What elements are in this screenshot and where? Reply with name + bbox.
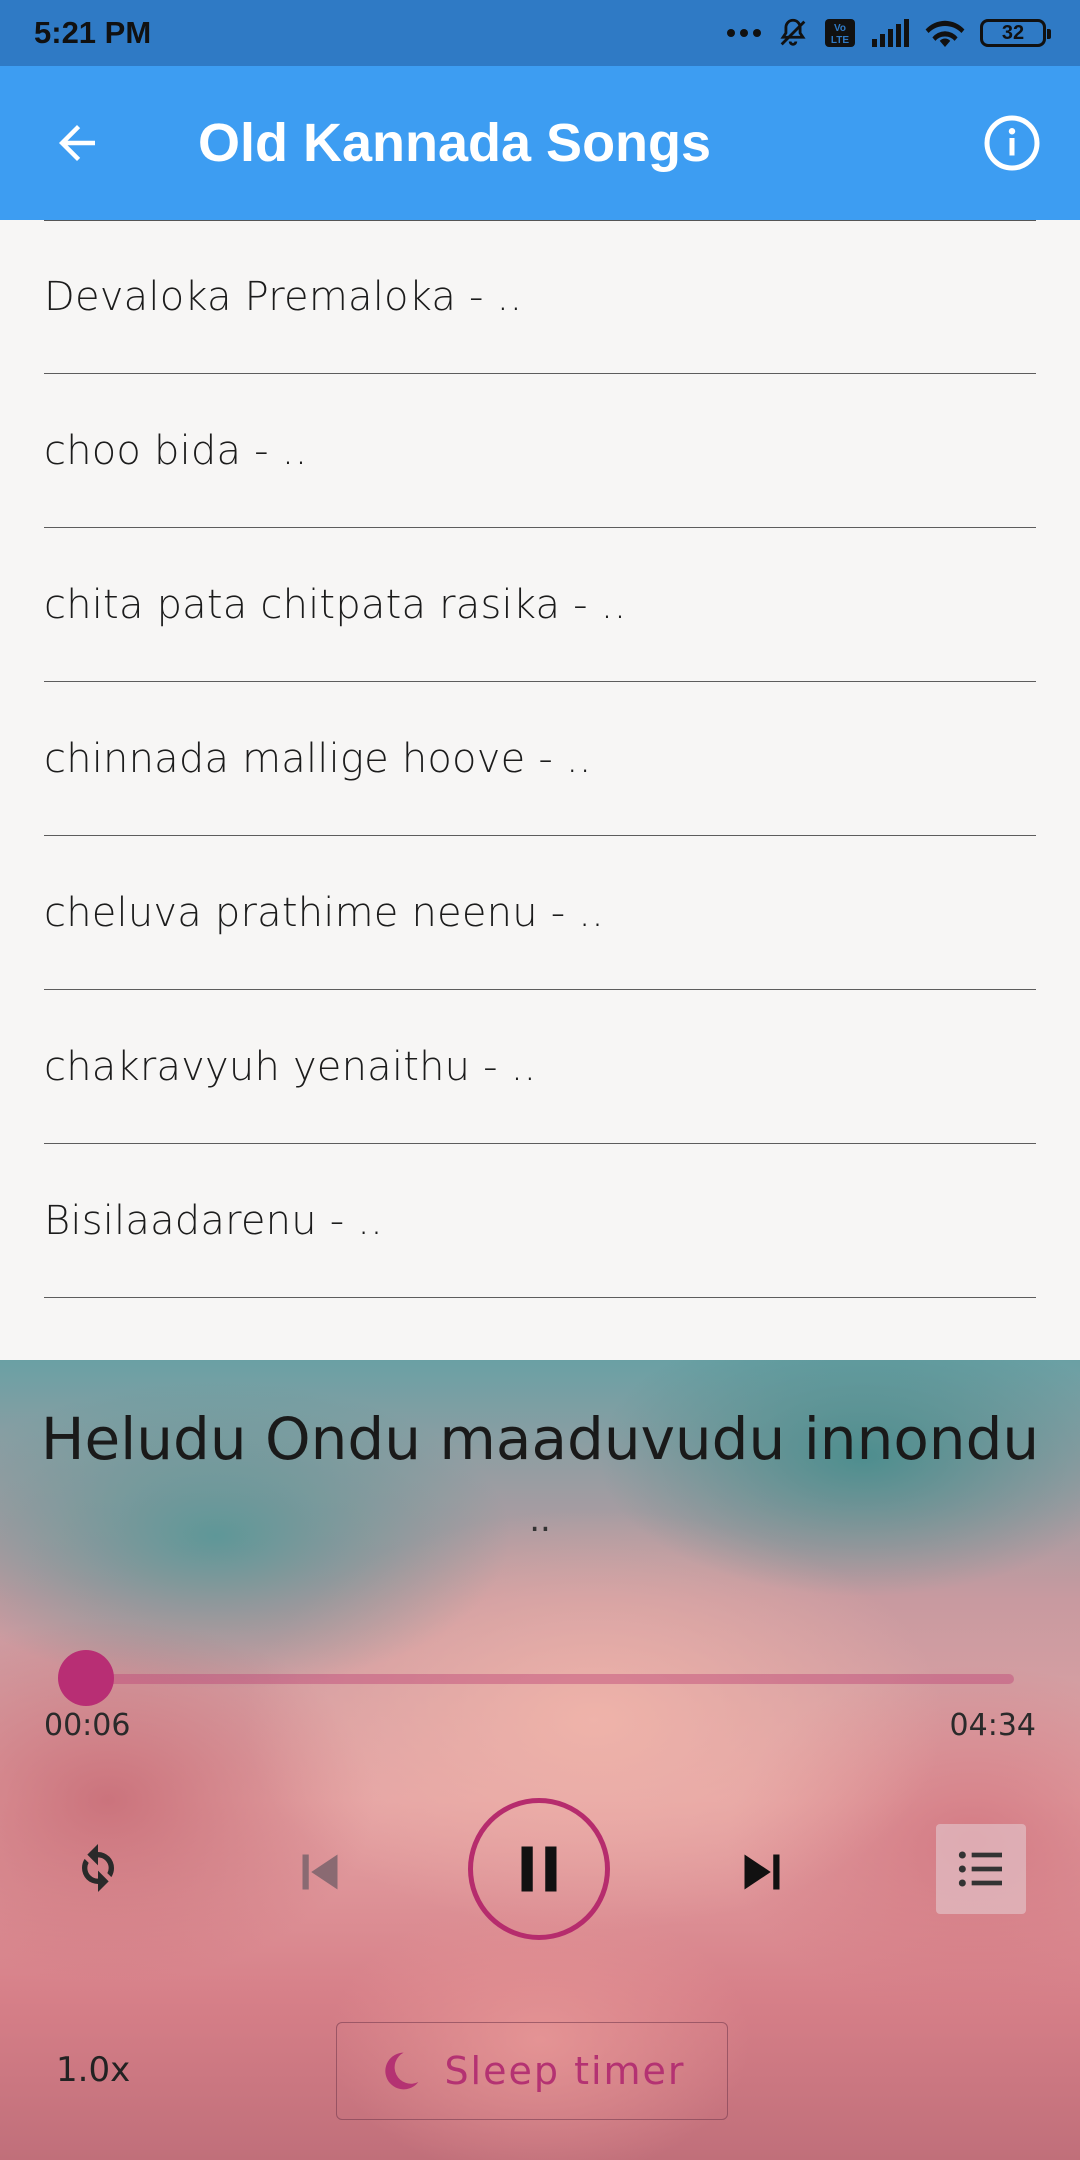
muted-bell-icon [780,18,806,46]
skip-next-icon [744,1854,780,1890]
now-playing-panel: Heludu Ondu maaduvudu innondu .. 00:06 0… [0,1360,1080,2160]
back-button[interactable] [50,116,104,170]
battery-icon: 32 [980,19,1051,47]
status-time: 5:21 PM [34,15,152,50]
list-item[interactable]: chinnada mallige hoove - .. [44,682,1036,836]
list-icon [958,1851,1002,1887]
repeat-icon [81,1844,115,1892]
next-button[interactable] [722,1832,802,1912]
seek-thumb[interactable] [58,1650,114,1706]
previous-button[interactable] [280,1832,360,1912]
pause-icon [521,1846,557,1892]
info-button[interactable] [982,113,1042,173]
moon-icon [385,2052,419,2090]
list-item-partial[interactable] [44,1298,1036,1360]
skip-previous-icon [302,1854,338,1890]
now-playing-subtitle: .. [529,1500,551,1540]
info-icon [984,115,1040,171]
list-item[interactable]: chakravyuh yenaithu - .. [44,990,1036,1144]
now-playing-title: Heludu Ondu maaduvudu innondu [40,1405,1040,1473]
seek-bar[interactable] [86,1674,1014,1684]
playlist-button[interactable] [936,1824,1026,1914]
elapsed-time: 00:06 [44,1708,131,1743]
page-title: Old Kannada Songs [198,113,712,173]
playback-speed[interactable]: 1.0x [56,2050,130,2090]
wifi-icon [925,20,965,47]
pause-button[interactable] [468,1798,610,1940]
volte-icon: VoLTE [825,19,855,47]
status-bar: 5:21 PM Vo LTE 32 [0,0,1080,66]
total-time: 04:34 [949,1708,1036,1743]
sleep-timer-button[interactable]: Sleep timer [336,2022,728,2120]
list-item[interactable]: chita pata chitpata rasika - .. [44,528,1036,682]
list-item[interactable]: cheluva prathime neenu - .. [44,836,1036,990]
arrow-left-icon [59,125,95,161]
list-item[interactable]: choo bida - .. [44,374,1036,528]
svg-text:LTE: LTE [831,35,849,46]
sleep-timer-label: Sleep timer [444,2049,686,2093]
repeat-button[interactable] [60,1830,136,1906]
more-dots-icon [727,29,761,37]
signal-icon [872,19,909,47]
battery-level: 32 [1001,21,1025,44]
svg-text:Vo: Vo [834,23,846,34]
status-icons: Vo LTE 32 [726,16,1051,50]
list-item[interactable]: Bisilaadarenu - .. [44,1144,1036,1298]
list-item[interactable]: Devaloka Premaloka - .. [44,220,1036,374]
app-bar: Old Kannada Songs [0,66,1080,220]
song-list: Devaloka Premaloka - .. choo bida - .. c… [0,220,1080,1360]
